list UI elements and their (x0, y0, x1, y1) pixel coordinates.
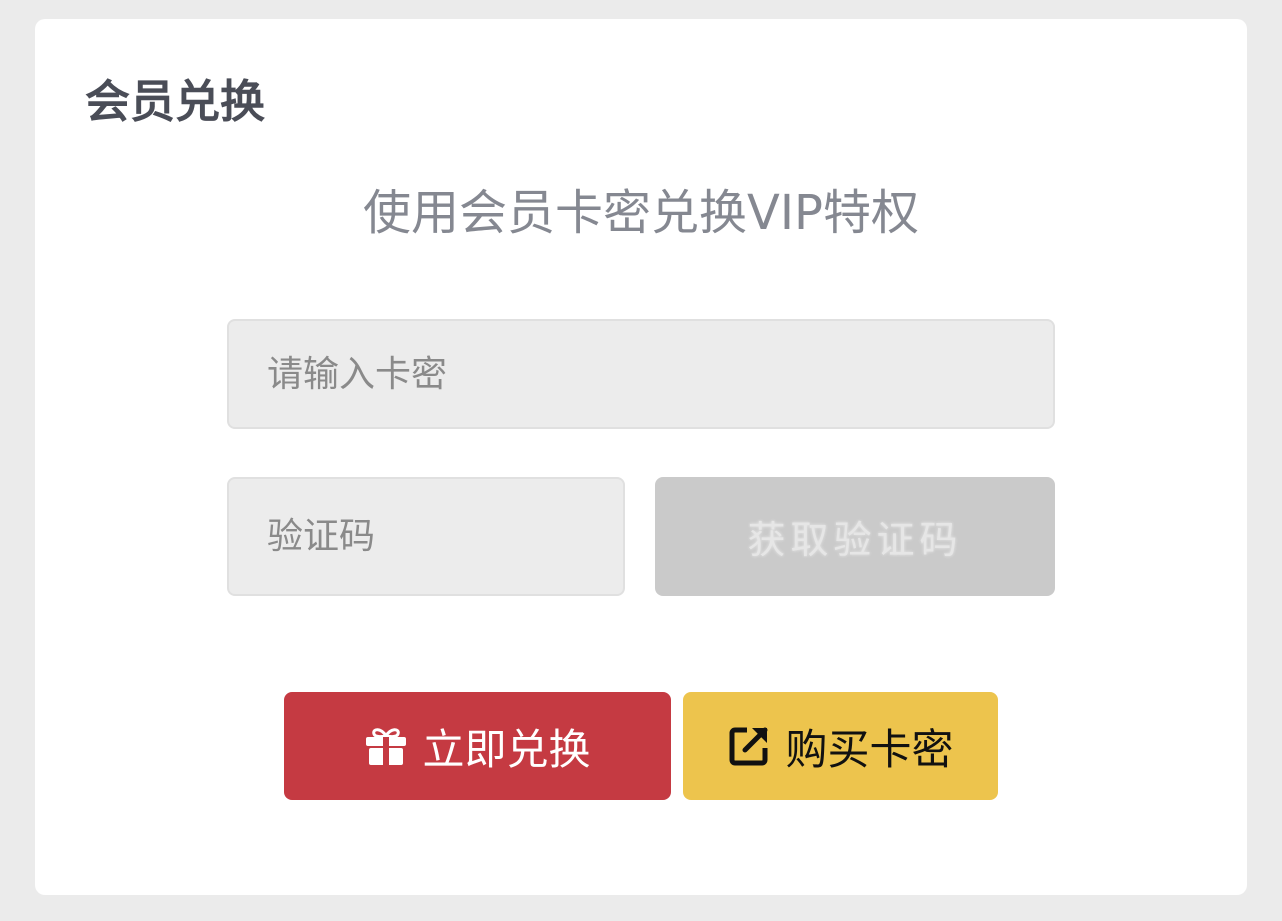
redeem-card: 会员兑换 使用会员卡密兑换VIP特权 获取验证码 立即兑换 (35, 19, 1247, 895)
redeem-button[interactable]: 立即兑换 (284, 692, 671, 800)
gift-icon (364, 726, 408, 766)
card-key-input[interactable] (267, 353, 1053, 395)
card-title: 会员兑换 (85, 75, 266, 128)
external-link-icon (727, 724, 771, 768)
get-code-button[interactable]: 获取验证码 (655, 477, 1055, 596)
captcha-field[interactable] (227, 477, 625, 596)
captcha-input[interactable] (267, 516, 623, 557)
redeem-label: 立即兑换 (422, 725, 591, 773)
card-key-field[interactable] (227, 319, 1055, 429)
buy-card-key-button[interactable]: 购买卡密 (683, 692, 998, 800)
card-subtitle: 使用会员卡密兑换VIP特权 (363, 185, 919, 241)
get-code-label: 获取验证码 (747, 520, 963, 562)
buy-label: 购买卡密 (785, 725, 954, 773)
